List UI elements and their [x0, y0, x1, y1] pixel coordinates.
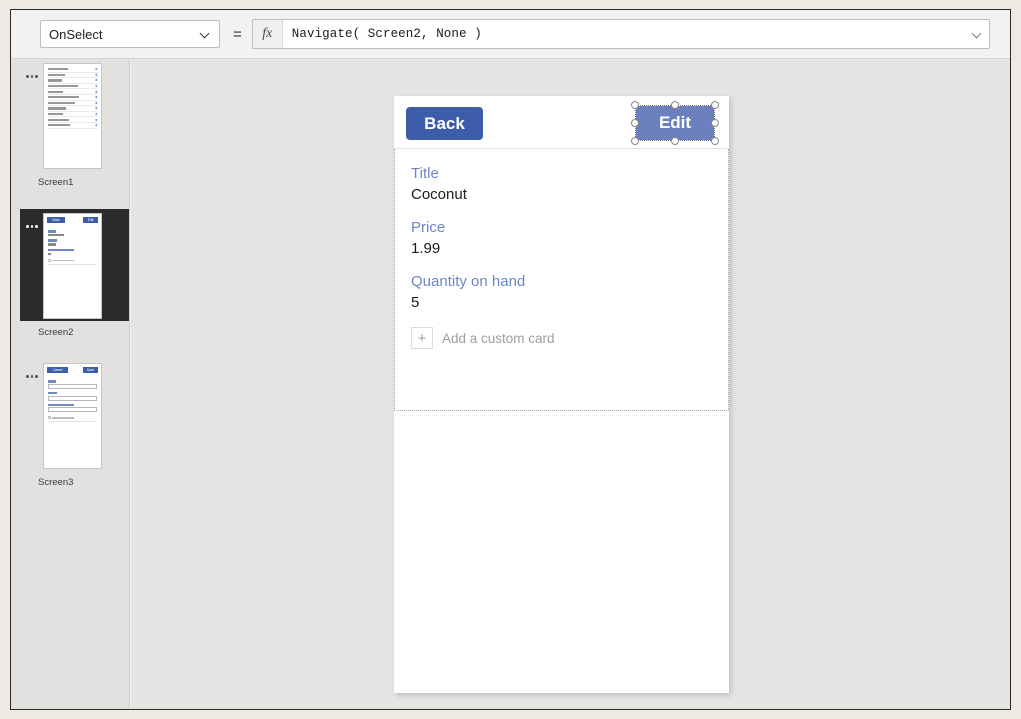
mini-add-custom-card — [48, 416, 97, 422]
mini-field-input — [48, 396, 97, 401]
formula-input-wrapper: fx Navigate( Screen2, None ) — [252, 19, 990, 49]
mini-field-input — [48, 384, 97, 389]
ellipsis-dot — [31, 375, 34, 378]
property-selector-dropdown[interactable]: OnSelect — [40, 20, 220, 48]
add-custom-card-label: Add a custom card — [442, 331, 555, 346]
chevron-right-icon — [95, 96, 98, 99]
chevron-right-icon — [95, 107, 98, 110]
mini-edit-button: Edit — [83, 217, 98, 223]
mini-save-button: Save — [83, 367, 98, 373]
ellipsis-dot — [35, 375, 38, 378]
ellipsis-dot — [35, 75, 38, 78]
screen-thumbnail-panel: Screen1 Back Edit — [11, 59, 130, 709]
screen-canvas: Back Edit Title Coconut Price — [394, 96, 729, 693]
resize-handle-se[interactable] — [711, 137, 719, 145]
chevron-right-icon — [95, 90, 98, 93]
mini-back-button: Back — [47, 217, 65, 223]
mini-cancel-button: Cancel — [47, 367, 68, 373]
plus-icon — [48, 416, 51, 419]
screen-preview-screen3[interactable]: Cancel Save — [43, 363, 102, 469]
mini-field-label — [48, 230, 56, 233]
screen-context-menu-screen3[interactable] — [21, 359, 43, 378]
chevron-right-icon — [95, 79, 98, 82]
mini-field-label — [48, 380, 56, 383]
resize-handle-e[interactable] — [711, 119, 719, 127]
mini-field-label — [48, 392, 57, 395]
ellipsis-dot — [35, 225, 38, 228]
field-value-quantity-on-hand: 5 — [411, 294, 728, 311]
field-value-price: 1.99 — [411, 240, 728, 257]
screen-preview-screen1[interactable] — [43, 63, 102, 169]
field-label-price: Price — [411, 219, 728, 236]
mini-header: Cancel Save — [44, 364, 101, 376]
chevron-down-icon — [200, 29, 211, 40]
ellipsis-dot — [26, 225, 29, 228]
screen-header-bar: Back Edit — [394, 96, 729, 149]
screen-thumbnail-screen3[interactable]: Cancel Save Screen3 — [11, 359, 130, 509]
formula-expand-button[interactable] — [965, 20, 989, 48]
chevron-right-icon — [95, 73, 98, 76]
mini-list-item — [47, 123, 98, 129]
plus-icon: + — [411, 327, 433, 349]
screen-preview-screen2[interactable]: Back Edit — [43, 213, 102, 319]
chevron-right-icon — [95, 113, 98, 116]
mini-header: Back Edit — [44, 214, 101, 226]
mini-field-label — [48, 239, 57, 242]
screen-context-menu-screen2[interactable] — [21, 209, 43, 228]
mini-display-form — [44, 226, 101, 265]
screen-label-screen1: Screen1 — [38, 177, 73, 188]
resize-handle-w[interactable] — [631, 119, 639, 127]
mini-field-value — [48, 243, 56, 245]
mini-edit-form — [44, 376, 101, 422]
ellipsis-dot — [26, 75, 29, 78]
edit-button[interactable]: Edit — [636, 106, 714, 140]
power-apps-studio-window: OnSelect = fx Navigate( Screen2, None ) — [10, 9, 1011, 710]
back-button[interactable]: Back — [406, 107, 483, 140]
edit-button-selection-group: Edit — [636, 106, 714, 140]
resize-handle-n[interactable] — [671, 101, 679, 109]
mini-field-value — [48, 234, 64, 236]
app-canvas-area: Back Edit Title Coconut Price — [131, 59, 1010, 709]
screen-thumbnail-screen1[interactable]: Screen1 — [11, 59, 130, 209]
resize-handle-sw[interactable] — [631, 137, 639, 145]
chevron-right-icon — [95, 118, 98, 121]
display-form[interactable]: Title Coconut Price 1.99 Quantity on han… — [394, 149, 729, 411]
formula-bar: OnSelect = fx Navigate( Screen2, None ) — [11, 10, 1010, 59]
add-custom-card-button[interactable]: + Add a custom card — [411, 327, 728, 349]
chevron-right-icon — [95, 101, 98, 104]
formula-input[interactable]: Navigate( Screen2, None ) — [283, 20, 965, 48]
ellipsis-dot — [31, 75, 34, 78]
screen-label-screen3: Screen3 — [38, 477, 73, 488]
property-selector-value: OnSelect — [49, 27, 200, 42]
mini-add-custom-card — [48, 259, 97, 265]
screen-context-menu-screen1[interactable] — [21, 59, 43, 78]
field-value-title: Coconut — [411, 186, 728, 203]
chevron-right-icon — [95, 68, 98, 71]
mini-field-value — [48, 253, 51, 255]
mini-field-input — [48, 407, 97, 412]
resize-handle-s[interactable] — [671, 137, 679, 145]
screen-label-screen2: Screen2 — [38, 327, 73, 338]
chevron-right-icon — [95, 124, 98, 127]
equals-sign: = — [233, 26, 242, 43]
ellipsis-dot — [26, 375, 29, 378]
chevron-right-icon — [95, 85, 98, 88]
ellipsis-dot — [31, 225, 34, 228]
resize-handle-ne[interactable] — [711, 101, 719, 109]
mini-gallery-list — [44, 64, 101, 129]
mini-field-label — [48, 249, 74, 252]
field-label-quantity-on-hand: Quantity on hand — [411, 273, 728, 290]
screen-thumbnail-screen2[interactable]: Back Edit Screen2 — [11, 209, 130, 359]
chevron-down-icon — [972, 29, 983, 40]
mini-field-label — [48, 404, 74, 407]
fx-icon: fx — [253, 20, 283, 48]
field-label-title: Title — [411, 165, 728, 182]
plus-icon — [48, 259, 51, 262]
resize-handle-nw[interactable] — [631, 101, 639, 109]
